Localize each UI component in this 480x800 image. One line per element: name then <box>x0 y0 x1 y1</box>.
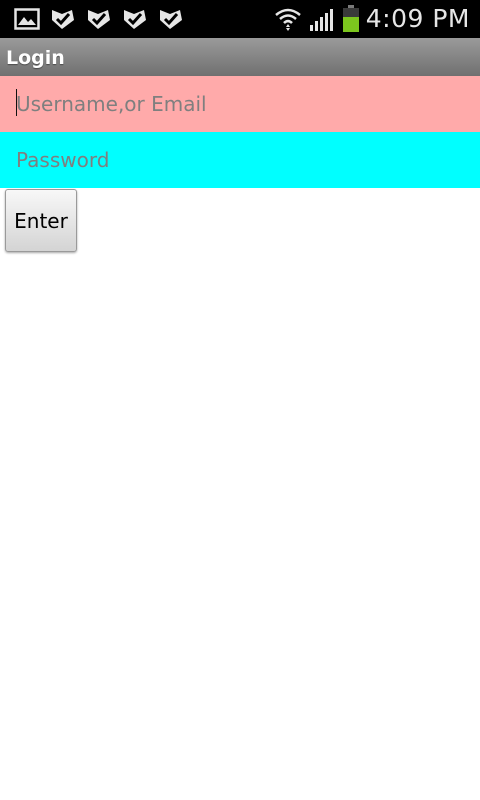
wifi-icon <box>274 8 301 31</box>
check-notification-icon <box>160 10 182 29</box>
check-notification-icon <box>88 10 110 29</box>
page-title: Login <box>6 47 65 69</box>
app-title-bar: Login <box>0 38 480 76</box>
check-notification-icon <box>52 10 74 29</box>
gallery-icon <box>14 8 40 30</box>
battery-icon <box>342 5 359 32</box>
notification-icons <box>0 7 184 31</box>
username-input[interactable] <box>0 76 480 132</box>
text-cursor <box>16 89 17 116</box>
status-bar: 4:09 PM <box>0 0 480 38</box>
password-input[interactable] <box>0 132 480 188</box>
system-icons: 4:09 PM <box>274 0 480 38</box>
signal-icon <box>309 9 333 31</box>
status-time: 4:09 PM <box>365 4 470 33</box>
check-notification-icon <box>124 10 146 29</box>
enter-button[interactable]: Enter <box>5 189 77 252</box>
